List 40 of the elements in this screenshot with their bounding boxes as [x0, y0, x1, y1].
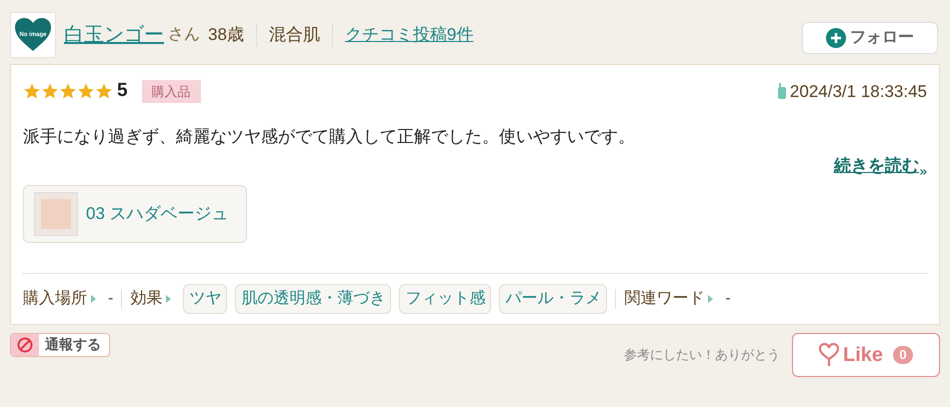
- follow-button[interactable]: フォロー: [802, 22, 938, 54]
- review-date: 2024/3/1 18:33:45: [790, 80, 927, 102]
- effect-tag[interactable]: パール・ラメ: [499, 284, 608, 314]
- effect-tag[interactable]: ツヤ: [183, 284, 228, 314]
- star-icon: [23, 82, 41, 100]
- meta-value: -: [108, 288, 114, 308]
- meta-label: 購入場所: [23, 288, 87, 308]
- meta-label: 効果: [130, 288, 162, 308]
- star-icon: [77, 82, 95, 100]
- honorific: さん: [168, 25, 200, 45]
- read-more-link[interactable]: 続きを読む: [834, 153, 919, 178]
- like-count: 0: [893, 346, 914, 364]
- product-name: 03 スハダベージュ: [86, 202, 229, 225]
- effect-tag[interactable]: 肌の透明感・薄づき: [235, 284, 392, 314]
- star-icon: [41, 82, 59, 100]
- star-icon: [59, 82, 77, 100]
- double-chevron-icon: [920, 168, 927, 174]
- triangle-icon: [166, 294, 172, 302]
- phone-icon: [778, 83, 786, 100]
- heart-outline-icon: [818, 342, 839, 366]
- purchased-badge: 購入品: [142, 80, 201, 103]
- star-icon: [95, 82, 113, 100]
- posts-link[interactable]: クチコミ投稿9件: [344, 22, 474, 48]
- effect-tag[interactable]: フィット感: [399, 284, 492, 314]
- product-card[interactable]: 03 スハダベージュ: [23, 184, 247, 242]
- report-button[interactable]: 通報する: [10, 332, 110, 356]
- meta-value: -: [725, 288, 731, 308]
- plus-icon: [826, 28, 846, 48]
- meta-label: 関連ワード: [624, 288, 704, 308]
- user-name-link[interactable]: 白玉ンゴー: [64, 20, 164, 50]
- age: 38歳: [208, 24, 244, 46]
- product-photo: [34, 192, 78, 236]
- skin-type: 混合肌: [268, 24, 320, 46]
- like-button[interactable]: Like 0: [792, 332, 940, 376]
- review-text: 派手になり過ぎず、綺麗なツヤ感がでて購入して正解でした。使いやすいです。: [23, 126, 636, 148]
- rating-score: 5: [117, 79, 128, 103]
- prohibited-icon: [17, 336, 33, 352]
- thanks-text: 参考にしたい！ありがとう: [624, 346, 780, 364]
- triangle-icon: [708, 294, 714, 302]
- triangle-icon: [91, 294, 96, 302]
